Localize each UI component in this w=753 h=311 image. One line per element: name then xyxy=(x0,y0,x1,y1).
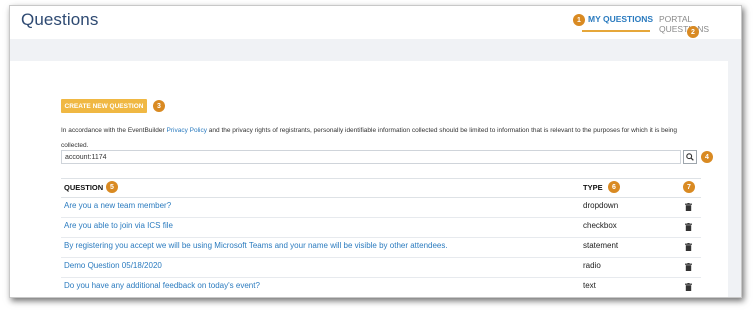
callout-badge-3: 3 xyxy=(153,100,165,112)
trash-icon xyxy=(684,223,692,231)
delete-button[interactable] xyxy=(683,262,693,272)
column-header-type[interactable]: TYPE xyxy=(583,183,603,192)
callout-badge-4: 4 xyxy=(701,151,713,163)
table-row: Do you have any additional feedback on t… xyxy=(61,277,701,297)
active-tab-underline xyxy=(582,30,650,32)
question-link[interactable]: Are you a new team member? xyxy=(64,201,171,210)
app-window: Questions MY QUESTIONS 1 PORTAL QUESTION… xyxy=(9,5,742,298)
delete-button[interactable] xyxy=(683,202,693,212)
callout-badge-1: 1 xyxy=(573,14,585,26)
delete-button[interactable] xyxy=(683,282,693,292)
privacy-policy-link[interactable]: Privacy Policy xyxy=(167,127,207,134)
header-divider-band xyxy=(10,39,741,61)
trash-icon xyxy=(684,243,692,251)
column-header-question[interactable]: QUESTION xyxy=(64,183,103,192)
callout-badge-6: 6 xyxy=(608,181,620,193)
tab-portal-questions[interactable]: PORTAL QUESTIONS xyxy=(659,14,741,34)
question-type: radio xyxy=(583,261,601,270)
questions-table-header: QUESTION TYPE xyxy=(61,178,701,198)
search-icon xyxy=(686,153,694,161)
question-type: checkbox xyxy=(583,221,617,230)
table-row: Are you able to join via ICS file checkb… xyxy=(61,217,701,238)
table-row: Are you a new team member? dropdown xyxy=(61,197,701,218)
delete-button[interactable] xyxy=(683,222,693,232)
table-row: Demo Question 05/18/2020 radio xyxy=(61,257,701,278)
search-button[interactable] xyxy=(683,150,697,164)
privacy-notice: In accordance with the EventBuilder Priv… xyxy=(61,123,681,153)
table-row: By registering you accept we will be usi… xyxy=(61,237,701,258)
right-gutter xyxy=(728,39,741,297)
search-input[interactable]: account:1174 xyxy=(61,150,681,164)
question-type: statement xyxy=(583,241,619,250)
callout-badge-5: 5 xyxy=(106,181,118,193)
delete-button[interactable] xyxy=(683,242,693,252)
create-new-question-button[interactable]: CREATE NEW QUESTION xyxy=(61,99,147,113)
question-type: text xyxy=(583,281,596,290)
tab-my-questions[interactable]: MY QUESTIONS xyxy=(588,14,653,24)
trash-icon xyxy=(684,263,692,271)
question-type: dropdown xyxy=(583,201,619,210)
question-link[interactable]: Do you have any additional feedback on t… xyxy=(64,281,260,290)
trash-icon xyxy=(684,203,692,211)
question-link[interactable]: Demo Question 05/18/2020 xyxy=(64,261,162,270)
question-link[interactable]: Are you able to join via ICS file xyxy=(64,221,173,230)
question-link[interactable]: By registering you accept we will be usi… xyxy=(64,241,448,250)
page-title: Questions xyxy=(21,10,99,29)
trash-icon xyxy=(684,283,692,291)
privacy-notice-prefix: In accordance with the EventBuilder xyxy=(61,127,167,134)
callout-badge-2: 2 xyxy=(687,26,699,38)
callout-badge-7: 7 xyxy=(683,181,695,193)
